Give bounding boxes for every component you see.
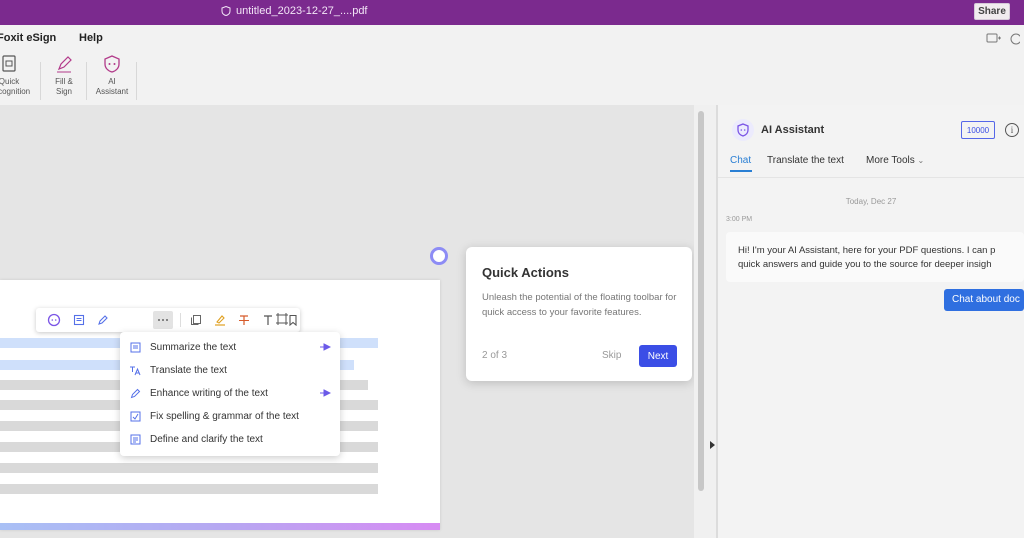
share-button[interactable]: Share	[974, 3, 1010, 20]
tab-more-tools-label: More Tools	[866, 155, 915, 166]
tool-label-line1: Fill &	[55, 77, 73, 86]
info-icon[interactable]: i	[1005, 123, 1019, 137]
tool-label-line1: AI	[108, 77, 116, 86]
menu-right-icons	[986, 33, 1020, 45]
menu-foxit-esign[interactable]: Foxit eSign	[0, 32, 56, 44]
document-title: untitled_2023-12-27_....pdf	[221, 5, 368, 17]
menu-item-translate[interactable]: Translate the text	[120, 359, 340, 382]
strikethrough-icon[interactable]	[236, 312, 252, 328]
crop-icon[interactable]	[275, 312, 291, 328]
collapse-panel-arrow-icon[interactable]	[710, 441, 715, 449]
tab-more-tools[interactable]: More Tools ⌄	[866, 155, 924, 166]
fill-sign-icon	[54, 54, 74, 74]
next-button[interactable]: Next	[639, 345, 677, 367]
menu-item-enhance[interactable]: Enhance writing of the text	[120, 382, 340, 405]
tool-label-line2: Recognition	[0, 87, 31, 96]
highlight-icon[interactable]	[212, 312, 228, 328]
active-tab-indicator	[730, 170, 752, 172]
tool-fill-sign[interactable]: Fill & Sign	[42, 54, 86, 97]
coachmark-step: 2 of 3	[482, 350, 508, 361]
tool-label-line2: Sign	[55, 87, 72, 96]
ai-panel-title: AI Assistant	[761, 124, 825, 136]
title-bar: untitled_2023-12-27_....pdf Share	[0, 0, 1024, 25]
more-icon[interactable]	[155, 312, 171, 328]
ribbon-divider	[86, 62, 87, 100]
pin-icon[interactable]	[319, 343, 332, 354]
skip-button[interactable]: Skip	[602, 350, 621, 361]
scrollbar-thumb[interactable]	[698, 111, 704, 491]
menu-item-label: Define and clarify the text	[150, 434, 263, 445]
comment-icon[interactable]	[986, 33, 1002, 45]
menu-item-label: Translate the text	[150, 365, 227, 376]
toolbar-divider	[180, 313, 181, 327]
coachmark-body: Unleash the potential of the floating to…	[482, 292, 677, 318]
menu-item-label: Enhance writing of the text	[150, 388, 268, 399]
define-icon	[129, 434, 141, 446]
floating-toolbar	[36, 308, 300, 332]
text-line[interactable]	[0, 463, 378, 473]
tool-label-line2: Assistant	[95, 87, 129, 96]
ribbon-divider	[40, 62, 41, 100]
ai-icon[interactable]	[46, 312, 62, 328]
message-time: 3:00 PM	[726, 216, 753, 223]
ai-assistant-panel: AI Assistant 10000 i Chat Translate the …	[718, 105, 1024, 538]
summarize-icon	[129, 342, 141, 354]
message-line: Hi! I'm your AI Assistant, here for your…	[738, 245, 996, 256]
chat-about-doc-button[interactable]: Chat about doc	[944, 289, 1024, 311]
page-gradient-strip	[0, 523, 440, 530]
hotspot-indicator[interactable]	[430, 247, 448, 265]
menu-item-summarize[interactable]: Summarize the text	[120, 336, 340, 359]
quick-actions-coachmark: Quick Actions Unleash the potential of t…	[466, 247, 692, 381]
menu-help[interactable]: Help	[79, 32, 103, 44]
tab-chat[interactable]: Chat	[730, 155, 751, 166]
ribbon-divider	[136, 62, 137, 100]
menu-item-fix-spelling[interactable]: Fix spelling & grammar of the text	[120, 405, 340, 428]
assistant-message: Hi! I'm your AI Assistant, here for your…	[726, 232, 1024, 282]
quick-actions-menu: Summarize the text Translate the text En…	[120, 332, 340, 456]
menu-item-label: Summarize the text	[150, 342, 237, 353]
document-title-text: untitled_2023-12-27_....pdf	[236, 5, 368, 17]
menu-item-define[interactable]: Define and clarify the text	[120, 428, 340, 451]
enhance-icon	[129, 388, 141, 400]
tool-ai-assistant[interactable]: AI Assistant	[90, 54, 134, 97]
tool-label-line1: Quick	[0, 77, 20, 86]
chevron-down-icon: ⌄	[917, 156, 925, 165]
tabs-divider	[718, 177, 1024, 178]
summary-icon[interactable]	[71, 312, 87, 328]
credits-badge[interactable]: 10000	[961, 121, 995, 139]
ai-assistant-icon	[732, 119, 754, 141]
tool-quick-recognition[interactable]: Quick Recognition	[0, 54, 31, 97]
ai-assistant-icon	[102, 54, 122, 74]
message-line: quick answers and guide you to the sourc…	[738, 259, 992, 270]
menu-item-label: Fix spelling & grammar of the text	[150, 411, 299, 422]
shield-icon	[221, 6, 231, 16]
coachmark-title: Quick Actions	[482, 265, 569, 280]
translate-icon	[129, 365, 141, 377]
pin-icon[interactable]	[319, 389, 332, 400]
text-icon[interactable]	[260, 312, 276, 328]
quick-recognition-icon	[0, 54, 19, 74]
date-separator: Today, Dec 27	[845, 197, 897, 206]
menu-ribbon: Foxit eSign Help Quick Recognition Fill …	[0, 25, 1024, 105]
tab-translate[interactable]: Translate the text	[767, 155, 844, 166]
spell-check-icon	[129, 411, 141, 423]
enhance-icon[interactable]	[95, 312, 111, 328]
copy-icon[interactable]	[188, 312, 204, 328]
settings-icon[interactable]	[1008, 33, 1020, 45]
panel-splitter[interactable]	[694, 105, 718, 538]
text-line[interactable]	[0, 484, 378, 494]
